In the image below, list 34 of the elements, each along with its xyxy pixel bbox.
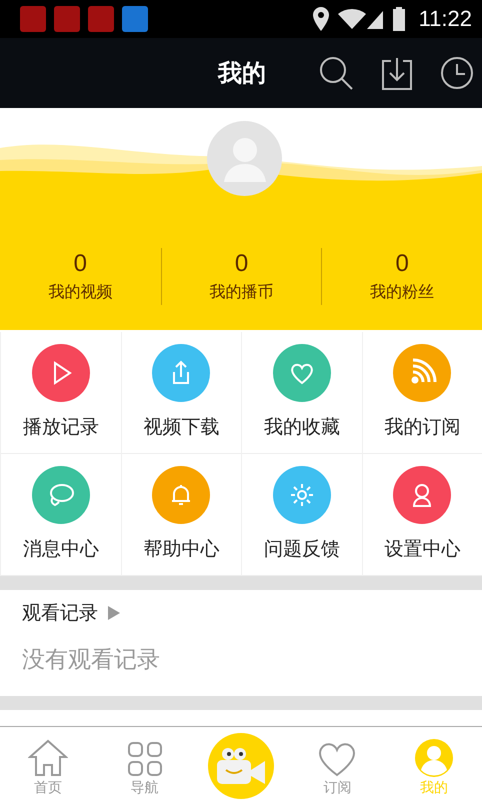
stat-value: 0 [234, 250, 248, 278]
feature-button[interactable]: 我的订阅 [362, 332, 482, 454]
triangle-icon [108, 606, 120, 620]
section-link[interactable]: 观看记录 [22, 600, 120, 626]
location-icon [312, 7, 329, 31]
stat-label: 我的播币 [209, 282, 274, 303]
stat-value: 0 [395, 250, 409, 278]
feature-button[interactable]: 消息中心 [0, 454, 120, 576]
stat-label: 我的视频 [48, 282, 112, 303]
grid-icon [126, 741, 163, 777]
feature-button[interactable]: 视频下载 [120, 332, 241, 454]
empty-message: 没有观看记录 [22, 646, 161, 675]
user-icon [414, 739, 453, 777]
app-icon [122, 6, 148, 32]
page-title: 我的 [218, 58, 266, 89]
feature-button[interactable]: 设置中心 [362, 454, 482, 576]
camera-icon [214, 746, 267, 786]
app-icon [88, 6, 114, 32]
app-icon [20, 6, 46, 32]
status-time: 11:22 [418, 6, 472, 32]
history-button[interactable] [440, 56, 474, 90]
home-icon [28, 739, 68, 777]
stat-value: 0 [74, 250, 87, 278]
battery-icon [392, 7, 405, 31]
signal-icon [336, 7, 385, 31]
app-icon [54, 6, 80, 32]
search-button[interactable] [318, 55, 354, 91]
download-button[interactable] [382, 56, 412, 90]
stat-label: 我的粉丝 [370, 282, 434, 303]
feature-button[interactable]: 我的收藏 [241, 332, 362, 454]
feature-button[interactable]: 帮助中心 [120, 454, 241, 576]
feature-button[interactable]: 播放记录 [0, 332, 120, 454]
heart-icon [317, 741, 358, 777]
feature-button[interactable]: 问题反馈 [241, 454, 362, 576]
